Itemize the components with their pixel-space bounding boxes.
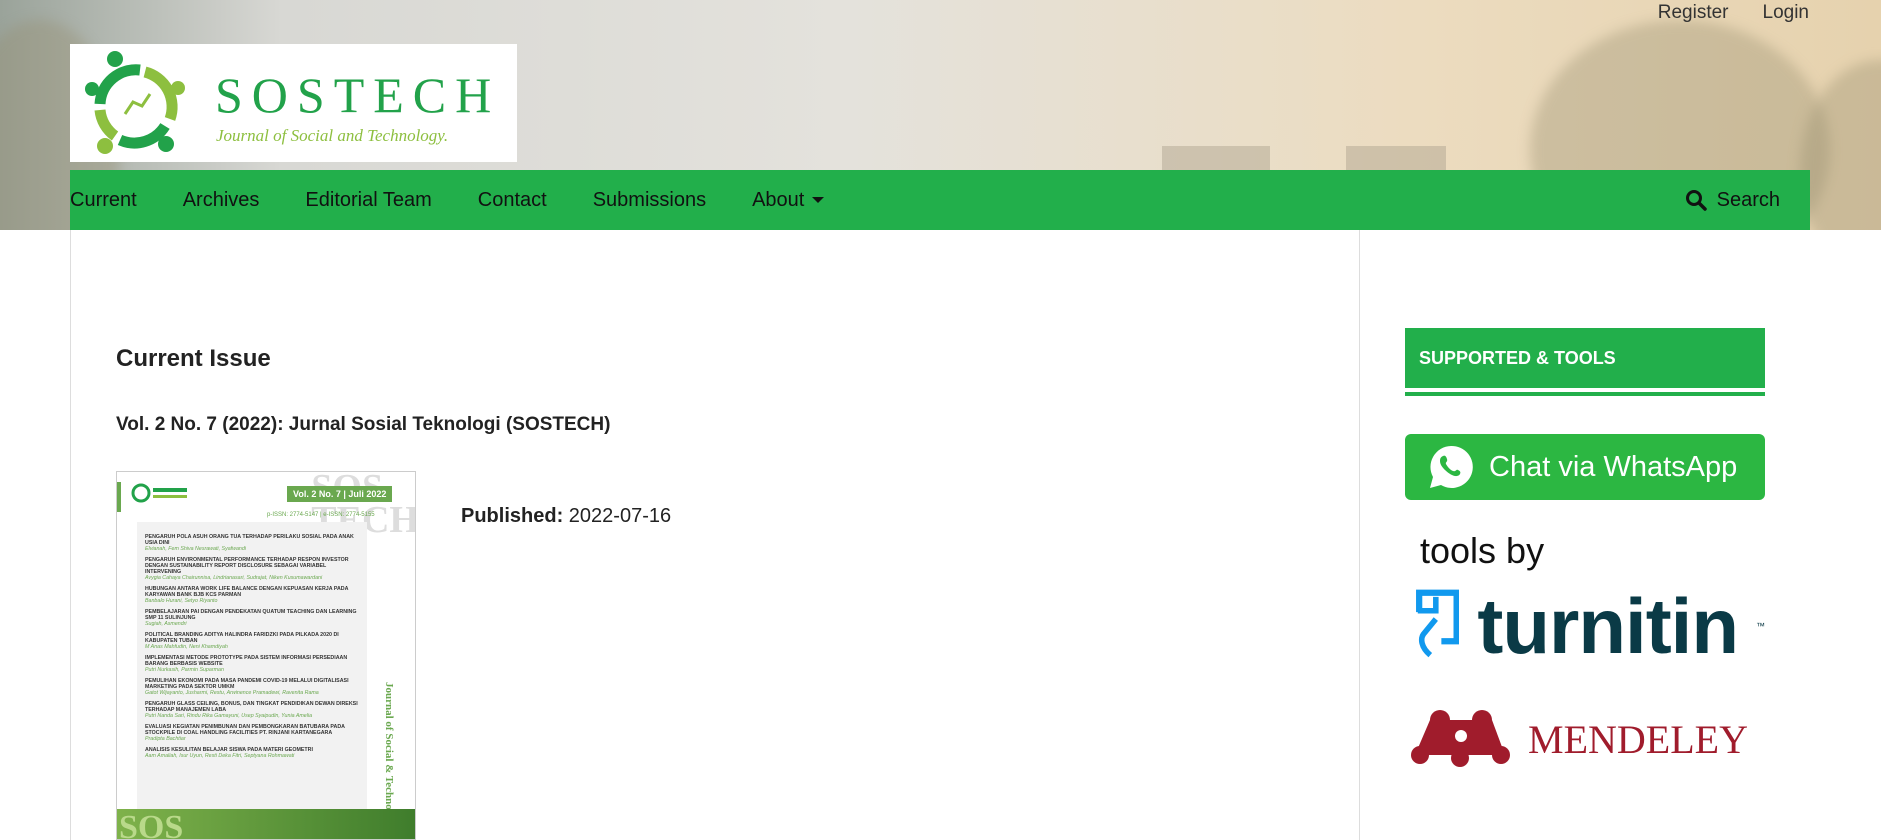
cover-article-authors: Avygia Cahaya Chairunnisa, Lindrianasari… — [145, 575, 323, 581]
whatsapp-chat-button[interactable]: Chat via WhatsApp — [1405, 434, 1765, 500]
cover-article-title: PEMBELAJARAN PAI DENGAN PENDEKATAN QUATU… — [145, 609, 357, 621]
logo-tagline: Journal of Social and Technology. — [216, 126, 449, 145]
cover-accent-bar — [117, 482, 121, 512]
cover-article-title: PENGARUH ENVIRONMENTAL PERFORMANCE TERHA… — [145, 557, 349, 575]
nav-about-label: About — [752, 188, 805, 211]
search-icon — [1685, 190, 1707, 211]
turnitin-tm: ™ — [1756, 621, 1765, 631]
user-nav: Register Login — [1658, 2, 1809, 24]
search-link[interactable]: Search — [1685, 170, 1780, 230]
nav-about[interactable]: About — [752, 188, 825, 212]
sidebar: SUPPORTED & TOOLS Chat via WhatsApp tool… — [1405, 328, 1765, 768]
published-value: 2022-07-16 — [568, 505, 672, 527]
cover-article-authors: Putri Nurkasih, Parmin Suparman — [145, 667, 224, 673]
turnitin-logo[interactable]: turnitin ™ — [1405, 576, 1765, 676]
nav-submissions[interactable]: Submissions — [593, 189, 706, 212]
published-label: Published: — [461, 505, 564, 527]
cover-article-title: PEMULIHAN EKONOMI PADA MASA PANDEMI COVI… — [145, 678, 349, 690]
caret-down-icon — [812, 197, 825, 203]
cover-article-title: PENGARUH POLA ASUH ORANG TUA TERHADAP PE… — [145, 534, 354, 546]
cover-article-authors: Banbalo Hurani, Setyo Riyanto — [145, 598, 218, 604]
cover-article-title: EVALUASI KEGIATAN PENIMBUNAN DAN PEMBONG… — [145, 724, 345, 736]
main-content: Current Issue Vol. 2 No. 7 (2022): Jurna… — [70, 230, 1360, 840]
cover-article-title: HUBUNGAN ANTARA WORK LIFE BALANCE DENGAN… — [145, 586, 349, 598]
cover-article-authors: Elvianah, Fem Shiva Nesrawati, Syafwandi — [145, 546, 246, 552]
turnitin-emblem-icon — [1416, 589, 1460, 658]
cover-volume: Vol. 2 No. 7 | Juli 2022 — [287, 486, 393, 502]
whatsapp-label: Chat via WhatsApp — [1489, 450, 1738, 483]
cover-logo-icon — [131, 483, 187, 503]
login-link[interactable]: Login — [1763, 2, 1810, 24]
cover-vertical-title: Journal of Social & Technology — [383, 682, 395, 830]
register-link[interactable]: Register — [1658, 2, 1729, 24]
main-nav: Current Archives Editorial Team Contact … — [70, 170, 1810, 230]
issue-title[interactable]: Vol. 2 No. 7 (2022): Jurnal Sosial Tekno… — [116, 414, 610, 436]
whatsapp-icon — [1430, 445, 1473, 488]
cover-article-title: PENGARUH GLASS CEILING, BONUS, DAN TINGK… — [145, 701, 358, 713]
site-logo[interactable]: SOSTECH Journal of Social and Technology… — [70, 44, 517, 162]
sidebar-divider — [1405, 392, 1765, 396]
cover-issn: p-ISSN: 2774-5147 | e-ISSN: 2774-5155 — [267, 512, 375, 518]
cover-sos-text: SOS — [119, 809, 184, 840]
cover-article-authors: Putri Nanda Sari, Rindu Rika Gamayuni, U… — [145, 713, 313, 719]
cover-article-title: IMPLEMENTASI METODE PROTOTYPE PADA SISTE… — [145, 655, 348, 667]
cover-article-authors: Sugiah, Asmendri — [145, 621, 187, 627]
nav-current[interactable]: Current — [70, 189, 137, 212]
cover-article-authors: M Anas Mahfudin, Neni Khamdiyah — [145, 644, 228, 650]
mendeley-emblem-icon — [1411, 710, 1510, 767]
turnitin-wordmark: turnitin — [1477, 581, 1739, 670]
cover-article-list: PENGARUH POLA ASUH ORANG TUA TERHADAP PE… — [137, 522, 367, 822]
nav-archives[interactable]: Archives — [183, 189, 260, 212]
mendeley-wordmark: MENDELEY — [1528, 716, 1748, 762]
cover-article-authors: Aam Amaliah, Isur Uyun, Resti Deka Fitri… — [145, 753, 295, 759]
issue-cover-image[interactable]: SOSTECH Vol. 2 No. 7 | Juli 2022 p-ISSN:… — [116, 471, 416, 840]
nav-contact[interactable]: Contact — [478, 189, 547, 212]
cover-article-authors: Pradipta Bachtiar — [145, 736, 186, 742]
nav-editorial-team[interactable]: Editorial Team — [305, 189, 431, 212]
cover-article-title: POLITICAL BRANDING ADITYA HALINDRA FARID… — [145, 632, 339, 644]
logo-title: SOSTECH — [215, 67, 501, 123]
published-date: Published: 2022-07-16 — [461, 505, 671, 528]
logo-emblem-icon — [85, 51, 185, 154]
cover-article-authors: Gatot Wijayanto, Jusharmi, Restu, Arwine… — [145, 690, 319, 696]
sidebar-heading: SUPPORTED & TOOLS — [1405, 328, 1765, 388]
mendeley-logo[interactable]: MENDELEY — [1405, 710, 1765, 768]
search-label: Search — [1716, 188, 1780, 211]
page-title: Current Issue — [116, 345, 271, 372]
tools-by-text: tools by — [1420, 530, 1545, 571]
